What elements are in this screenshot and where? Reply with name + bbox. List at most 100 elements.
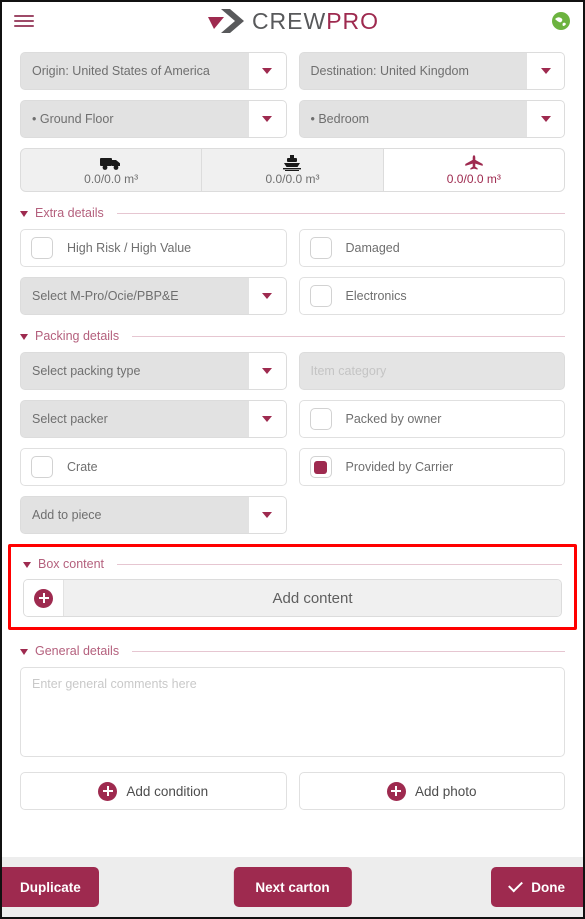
chevron-down-icon [23, 561, 31, 568]
location-row: Origin: United States of America Destina… [2, 40, 583, 90]
duplicate-button[interactable]: Duplicate [2, 867, 99, 907]
high-risk-checkbox-field[interactable]: High Risk / High Value [20, 229, 287, 267]
plane-icon [464, 154, 484, 171]
hamburger-menu-icon[interactable] [14, 12, 36, 30]
packed-by-owner-label: Packed by owner [345, 412, 442, 426]
add-photo-button[interactable]: Add photo [298, 772, 565, 810]
destination-select[interactable]: Destination: United Kingdom [298, 52, 565, 90]
section-header-box-content[interactable]: Box content [11, 557, 574, 571]
section-divider [132, 650, 565, 652]
transport-mode-truck[interactable]: 0.0/0.0 m³ [21, 149, 203, 191]
truck-icon [100, 154, 122, 171]
packing-type-dropdown-button[interactable] [247, 353, 286, 389]
packing-row-3: Crate Provided by Carrier [2, 448, 583, 486]
chevron-down-icon [540, 68, 551, 74]
electronics-label: Electronics [345, 289, 407, 303]
transport-mode-tabs: 0.0/0.0 m³ 0.0/0.0 m³ 0.0/0.0 m³ [20, 148, 565, 192]
mpro-select-value: Select M-Pro/Ocie/PBP&E [21, 278, 248, 314]
origin-dropdown-button[interactable] [247, 53, 286, 89]
add-to-piece-select-value: Add to piece [21, 497, 248, 533]
packing-type-select[interactable]: Select packing type [20, 352, 287, 390]
floor-dropdown-button[interactable] [247, 101, 286, 137]
high-risk-checkbox[interactable] [31, 237, 53, 259]
section-header-packing-details[interactable]: Packing details [2, 329, 583, 343]
chevron-down-icon [262, 293, 272, 299]
transport-mode-plane[interactable]: 0.0/0.0 m³ [383, 149, 564, 191]
plus-circle-icon [98, 781, 118, 801]
section-divider [116, 212, 565, 214]
add-photo-label: Add photo [414, 783, 477, 799]
mpro-select[interactable]: Select M-Pro/Ocie/PBP&E [20, 277, 287, 315]
ship-icon [282, 154, 302, 171]
damaged-label: Damaged [345, 241, 400, 255]
packed-by-owner-checkbox[interactable] [309, 408, 332, 430]
room-dropdown-button[interactable] [526, 101, 564, 137]
packing-row-2: Select packer Packed by owner [2, 400, 583, 438]
room-select-value: • Bedroom [299, 101, 526, 137]
damaged-checkbox[interactable] [309, 237, 332, 259]
chevron-down-icon [540, 116, 551, 122]
box-content-highlight: Box content Add content [8, 544, 577, 630]
high-risk-label: High Risk / High Value [67, 241, 192, 255]
next-carton-button[interactable]: Next carton [233, 867, 352, 907]
extra-details-row-1: High Risk / High Value Damaged [2, 229, 583, 267]
floor-select[interactable]: • Ground Floor [20, 100, 287, 138]
chevron-down-icon [262, 116, 272, 122]
chevron-down-icon [262, 512, 272, 518]
add-content-row[interactable]: Add content [23, 579, 562, 617]
section-title-extra-details: Extra details [35, 206, 104, 220]
section-header-extra-details[interactable]: Extra details [2, 206, 583, 220]
destination-dropdown-button[interactable] [526, 53, 564, 89]
section-title-packing-details: Packing details [35, 329, 120, 343]
add-to-piece-select[interactable]: Add to piece [20, 496, 287, 534]
add-content-button[interactable] [24, 580, 64, 616]
floor-select-value: • Ground Floor [21, 101, 248, 137]
crate-checkbox-field[interactable]: Crate [20, 448, 287, 486]
electronics-checkbox[interactable] [309, 285, 332, 307]
origin-select[interactable]: Origin: United States of America [20, 52, 287, 90]
crate-label: Crate [67, 460, 98, 474]
add-to-piece-dropdown-button[interactable] [247, 497, 286, 533]
app-header: CREWPRO [2, 2, 583, 40]
extra-details-row-2: Select M-Pro/Ocie/PBP&E Electronics [2, 277, 583, 315]
chevron-down-icon [262, 68, 272, 74]
chevron-down-icon [262, 416, 272, 422]
plus-circle-icon [386, 781, 406, 801]
transport-mode-ship[interactable]: 0.0/0.0 m³ [202, 149, 384, 191]
packing-row-4: Add to piece [2, 496, 583, 534]
mpro-dropdown-button[interactable] [247, 278, 286, 314]
general-comments-input[interactable] [20, 667, 565, 757]
chevron-down-icon [262, 368, 272, 374]
electronics-checkbox-field[interactable]: Electronics [298, 277, 565, 315]
packer-select[interactable]: Select packer [20, 400, 287, 438]
provided-by-carrier-label: Provided by Carrier [345, 460, 454, 474]
done-button[interactable]: Done [491, 867, 583, 907]
packer-dropdown-button[interactable] [247, 401, 286, 437]
provided-by-carrier-checkbox[interactable] [309, 456, 332, 478]
done-label: Done [531, 879, 565, 895]
room-select[interactable]: • Bedroom [298, 100, 565, 138]
app-window: CREWPRO Origin: United States of America… [0, 0, 585, 919]
section-title-general-details: General details [35, 644, 120, 658]
add-content-label: Add content [64, 580, 561, 616]
add-condition-button[interactable]: Add condition [20, 772, 287, 810]
provided-by-carrier-checkbox-field[interactable]: Provided by Carrier [298, 448, 565, 486]
footer-action-bar: Duplicate Next carton Done [2, 857, 583, 917]
general-actions-row: Add condition Add photo [2, 772, 583, 810]
floor-room-row: • Ground Floor • Bedroom [2, 100, 583, 138]
packed-by-owner-checkbox-field[interactable]: Packed by owner [298, 400, 565, 438]
brand-logo: CREWPRO [2, 2, 583, 40]
chevron-logo-icon [206, 7, 246, 35]
section-divider [132, 335, 565, 337]
packing-row-1: Select packing type Item category [2, 352, 583, 390]
origin-select-value: Origin: United States of America [21, 53, 248, 89]
item-category-field: Item category [298, 352, 565, 390]
chevron-down-icon [20, 333, 28, 340]
damaged-checkbox-field[interactable]: Damaged [298, 229, 565, 267]
globe-icon[interactable] [551, 11, 571, 31]
section-header-general-details[interactable]: General details [2, 644, 583, 658]
brand-crew: CREW [251, 7, 327, 34]
crate-checkbox[interactable] [31, 456, 53, 478]
transport-mode-ship-volume: 0.0/0.0 m³ [265, 172, 320, 186]
packing-type-select-value: Select packing type [21, 353, 248, 389]
